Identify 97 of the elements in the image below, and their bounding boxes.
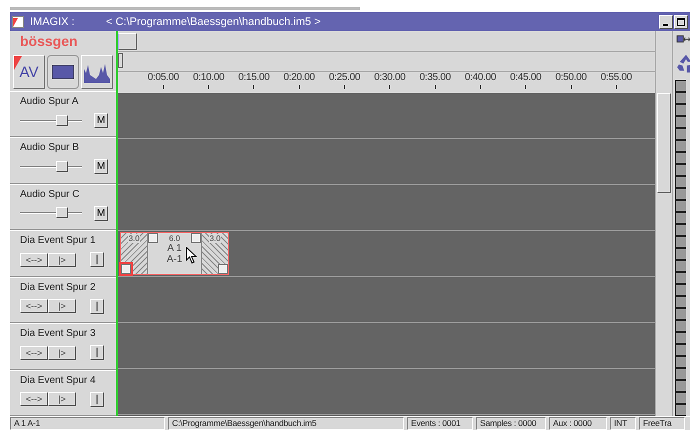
strip-button[interactable] <box>675 188 686 200</box>
scroll-thumb[interactable] <box>118 32 137 50</box>
clip-handle[interactable] <box>218 264 228 274</box>
strip-button[interactable] <box>675 140 686 152</box>
mute-button[interactable]: M <box>94 206 108 221</box>
strip-button[interactable] <box>675 284 686 296</box>
track-name: Dia Event Spur 1 <box>20 235 97 246</box>
track-name: Audio Spur B <box>20 142 80 154</box>
volume-slider[interactable] <box>20 114 82 126</box>
marker-button[interactable]: | <box>90 345 104 360</box>
clip-label: A 1 <box>167 243 182 254</box>
volume-slider[interactable] <box>20 207 82 220</box>
window-title: IMAGIX : <box>30 16 76 28</box>
strip-button[interactable] <box>675 368 686 380</box>
strip-button[interactable] <box>675 380 686 392</box>
logo: bössgen <box>19 32 79 51</box>
fit-button[interactable]: <--> <box>20 252 48 267</box>
marker-button[interactable]: | <box>90 298 104 314</box>
clip-handle[interactable] <box>191 233 201 243</box>
pointer-icon <box>186 247 197 264</box>
status-field: INT <box>610 417 636 430</box>
document-path: < C:\Programme\Baessgen\handbuch.im5 > <box>106 16 322 28</box>
strip-button[interactable] <box>675 344 686 356</box>
event-clip[interactable]: 3.0 6.0 A 1 A-1 3.0 <box>120 232 229 275</box>
rectangle-button[interactable] <box>47 55 79 89</box>
time-label: 0:45.00 <box>510 72 542 83</box>
time-label: 0:30.00 <box>374 72 406 83</box>
swap-icon[interactable] <box>675 34 690 45</box>
strip-button[interactable] <box>675 308 686 320</box>
status-field: Events : 0001 <box>407 417 473 430</box>
track-name: Dia Event Spur 4 <box>20 374 97 386</box>
volume-slider[interactable] <box>20 160 82 173</box>
maximize-button[interactable] <box>674 14 688 28</box>
lead-in-value: 3.0 <box>128 234 140 243</box>
start-button[interactable]: |> <box>48 392 76 406</box>
start-button[interactable]: |> <box>48 299 76 314</box>
status-field: A 1 A-1 <box>10 417 165 430</box>
status-field: FreeTra <box>639 417 685 430</box>
fit-button[interactable]: <--> <box>20 299 48 314</box>
strip-button[interactable] <box>675 164 686 176</box>
time-label: 0:40.00 <box>464 72 496 83</box>
strip-button[interactable] <box>675 104 686 116</box>
track-name: Audio Spur A <box>20 96 80 107</box>
time-label: 0:25.00 <box>328 72 360 83</box>
lead-out-value: 3.0 <box>209 234 221 243</box>
strip-button[interactable] <box>675 224 686 236</box>
track-name: Dia Event Spur 2 <box>20 282 97 293</box>
fit-button[interactable]: <--> <box>20 392 48 406</box>
strip-button[interactable] <box>675 176 686 188</box>
strip-button[interactable] <box>675 320 686 332</box>
clip-handle[interactable] <box>121 264 131 274</box>
scroll-thumb[interactable] <box>657 93 671 193</box>
strip-button[interactable] <box>675 356 686 368</box>
position-handle[interactable] <box>118 53 123 68</box>
strip-button[interactable] <box>675 296 686 308</box>
time-label: 0:05.00 <box>148 72 179 83</box>
marker-button[interactable]: | <box>90 392 104 407</box>
track-name: Dia Event Spur 3 <box>20 328 97 340</box>
status-field: Aux : 0000 <box>549 417 607 430</box>
start-button[interactable]: |> <box>48 346 76 360</box>
strip-button[interactable] <box>675 152 686 164</box>
strip-button[interactable] <box>675 128 686 140</box>
strip-button[interactable] <box>675 92 686 104</box>
duration-value: 6.0 <box>168 234 180 243</box>
time-label: 0:35.00 <box>419 72 451 83</box>
clip-handle[interactable] <box>148 233 158 243</box>
time-label: 0:20.00 <box>284 72 315 83</box>
time-label: 0:50.00 <box>555 72 587 83</box>
av-button[interactable]: AV <box>13 55 45 89</box>
maximize-icon <box>677 18 685 26</box>
mute-button[interactable]: M <box>94 113 108 128</box>
status-field: C:\Programme\Baessgen\handbuch.im5 <box>168 417 404 430</box>
waveform-button[interactable] <box>81 55 113 89</box>
time-label: 0:55.00 <box>600 72 632 83</box>
minimize-button[interactable] <box>659 14 673 28</box>
strip-button[interactable] <box>675 332 686 344</box>
strip-button[interactable] <box>675 116 686 128</box>
minimize-icon <box>662 24 668 26</box>
strip-button[interactable] <box>675 80 686 92</box>
strip-button[interactable] <box>675 236 686 248</box>
strip-button[interactable] <box>675 212 686 224</box>
mute-button[interactable]: M <box>94 159 108 174</box>
strip-button[interactable] <box>675 272 686 284</box>
start-button[interactable]: |> <box>48 252 76 267</box>
strip-button[interactable] <box>675 404 686 416</box>
time-label: 0:10.00 <box>192 72 224 83</box>
clip-label: A-1 <box>166 254 182 265</box>
track-name: Audio Spur C <box>20 188 80 200</box>
strip-button[interactable] <box>675 260 686 272</box>
app-icon <box>12 16 24 28</box>
strip-button[interactable] <box>675 392 686 404</box>
fit-button[interactable]: <--> <box>20 346 48 360</box>
marker-button[interactable]: | <box>90 252 104 268</box>
status-field: Samples : 0000 <box>476 417 546 430</box>
strip-button[interactable] <box>675 248 686 260</box>
time-label: 0:15.00 <box>238 72 270 83</box>
strip-button[interactable] <box>675 200 686 212</box>
